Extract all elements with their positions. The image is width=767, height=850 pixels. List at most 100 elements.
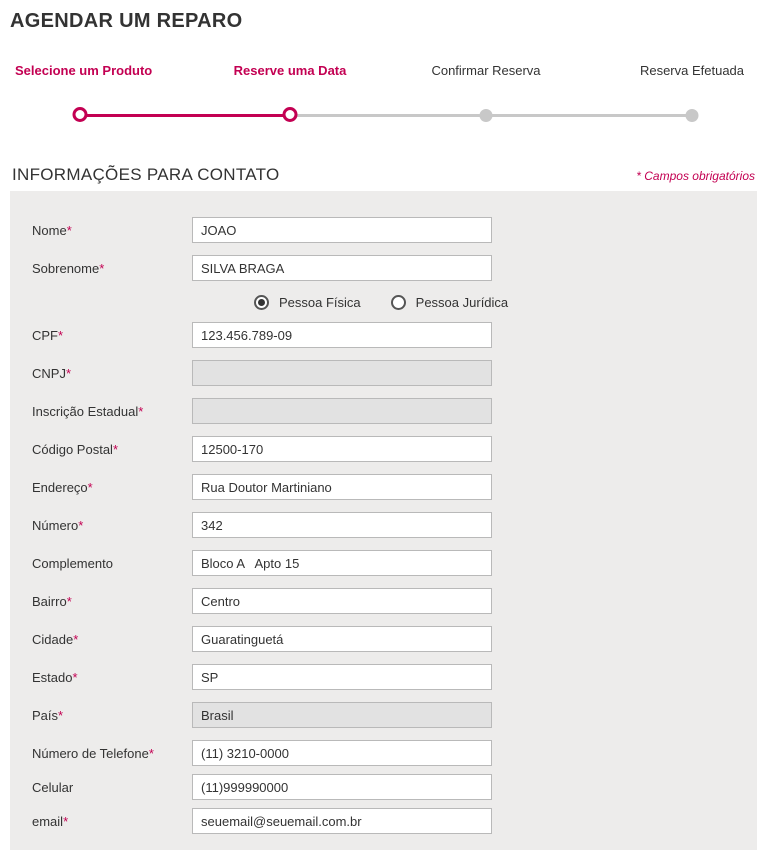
- radio-pessoa-juridica[interactable]: Pessoa Jurídica: [391, 295, 509, 310]
- row-inscricao-estadual: Inscrição Estadual*: [32, 392, 735, 430]
- label-celular: Celular: [32, 780, 192, 795]
- radio-juridica-icon: [391, 295, 406, 310]
- row-nome: Nome*: [32, 211, 735, 249]
- label-sobrenome: Sobrenome*: [32, 261, 192, 276]
- req-mark: *: [99, 261, 104, 276]
- label-inscricao-estadual: Inscrição Estadual*: [32, 404, 192, 419]
- label-inscricao-text: Inscrição Estadual: [32, 404, 138, 419]
- row-pais: País*: [32, 696, 735, 734]
- req-mark: *: [72, 670, 77, 685]
- stepper-dot-2: [283, 107, 298, 122]
- row-numero: Número*: [32, 506, 735, 544]
- input-cnpj: [192, 360, 492, 386]
- radio-pessoa-fisica[interactable]: Pessoa Física: [254, 295, 361, 310]
- row-complemento: Complemento: [32, 544, 735, 582]
- input-numero[interactable]: [192, 512, 492, 538]
- label-complemento-text: Complemento: [32, 556, 113, 571]
- label-telefone: Número de Telefone*: [32, 746, 192, 761]
- row-cpf: CPF*: [32, 316, 735, 354]
- input-endereco[interactable]: [192, 474, 492, 500]
- req-mark: *: [63, 814, 68, 829]
- input-celular[interactable]: [192, 774, 492, 800]
- req-mark: *: [73, 632, 78, 647]
- label-email: email*: [32, 814, 192, 829]
- input-sobrenome[interactable]: [192, 255, 492, 281]
- label-nome: Nome*: [32, 223, 192, 238]
- input-nome[interactable]: [192, 217, 492, 243]
- label-codigo-postal: Código Postal*: [32, 442, 192, 457]
- label-cidade: Cidade*: [32, 632, 192, 647]
- stepper-step-2-label: Reserve uma Data: [230, 63, 350, 78]
- input-inscricao-estadual: [192, 398, 492, 424]
- stepper-line-1-2: [78, 114, 290, 117]
- label-email-text: email: [32, 814, 63, 829]
- req-mark: *: [88, 480, 93, 495]
- radio-fisica-label: Pessoa Física: [279, 295, 361, 310]
- stepper-dot-3: [480, 109, 493, 122]
- req-mark: *: [67, 594, 72, 609]
- label-numero: Número*: [32, 518, 192, 533]
- stepper-line-3-4: [486, 114, 690, 117]
- label-numero-text: Número: [32, 518, 78, 533]
- page-title: AGENDAR UM REPARO: [10, 10, 757, 33]
- radio-fisica-icon: [254, 295, 269, 310]
- input-bairro[interactable]: [192, 588, 492, 614]
- stepper-dot-4: [686, 109, 699, 122]
- radio-juridica-label: Pessoa Jurídica: [416, 295, 509, 310]
- label-pais-text: País: [32, 708, 58, 723]
- input-cidade[interactable]: [192, 626, 492, 652]
- input-complemento[interactable]: [192, 550, 492, 576]
- row-cnpj: CNPJ*: [32, 354, 735, 392]
- label-cidade-text: Cidade: [32, 632, 73, 647]
- req-mark: *: [78, 518, 83, 533]
- req-mark: *: [58, 708, 63, 723]
- label-nome-text: Nome: [32, 223, 67, 238]
- label-bairro-text: Bairro: [32, 594, 67, 609]
- stepper-step-3-label: Confirmar Reserva: [426, 63, 546, 78]
- row-celular: Celular: [32, 772, 735, 802]
- label-cpf: CPF*: [32, 328, 192, 343]
- stepper-dot-1: [73, 107, 88, 122]
- label-cnpj-text: CNPJ: [32, 366, 66, 381]
- stepper-step-1-label: Selecione um Produto: [15, 63, 145, 78]
- contact-form: Nome* Sobrenome* Pessoa Física Pessoa Ju…: [10, 191, 757, 850]
- stepper-step-4-label: Reserva Efetuada: [632, 63, 752, 78]
- label-endereco-text: Endereço: [32, 480, 88, 495]
- input-estado[interactable]: [192, 664, 492, 690]
- row-sobrenome: Sobrenome*: [32, 249, 735, 287]
- section-header: INFORMAÇÕES PARA CONTATO * Campos obriga…: [10, 165, 757, 185]
- req-mark: *: [149, 746, 154, 761]
- label-bairro: Bairro*: [32, 594, 192, 609]
- stepper: Selecione um Produto Reserve uma Data Co…: [10, 63, 757, 135]
- section-title: INFORMAÇÕES PARA CONTATO: [12, 165, 280, 185]
- row-estado: Estado*: [32, 658, 735, 696]
- input-telefone[interactable]: [192, 740, 492, 766]
- input-codigo-postal[interactable]: [192, 436, 492, 462]
- req-mark: *: [113, 442, 118, 457]
- label-sobrenome-text: Sobrenome: [32, 261, 99, 276]
- label-cpf-text: CPF: [32, 328, 58, 343]
- row-telefone: Número de Telefone*: [32, 734, 735, 772]
- required-note: * Campos obrigatórios: [636, 169, 755, 183]
- input-cpf[interactable]: [192, 322, 492, 348]
- req-mark: *: [138, 404, 143, 419]
- stepper-step-4[interactable]: Reserva Efetuada: [632, 63, 752, 96]
- req-mark: *: [67, 223, 72, 238]
- label-estado-text: Estado: [32, 670, 72, 685]
- stepper-step-2[interactable]: Reserve uma Data: [230, 63, 350, 96]
- input-email[interactable]: [192, 808, 492, 834]
- label-telefone-text: Número de Telefone: [32, 746, 149, 761]
- label-celular-text: Celular: [32, 780, 73, 795]
- label-complemento: Complemento: [32, 556, 192, 571]
- row-endereco: Endereço*: [32, 468, 735, 506]
- stepper-step-3[interactable]: Confirmar Reserva: [426, 63, 546, 96]
- label-cnpj: CNPJ*: [32, 366, 192, 381]
- stepper-step-1[interactable]: Selecione um Produto: [15, 63, 145, 96]
- label-endereco: Endereço*: [32, 480, 192, 495]
- input-pais: [192, 702, 492, 728]
- row-codigo-postal: Código Postal*: [32, 430, 735, 468]
- label-codigo-text: Código Postal: [32, 442, 113, 457]
- label-estado: Estado*: [32, 670, 192, 685]
- stepper-line-2-3: [290, 114, 486, 117]
- req-mark: *: [58, 328, 63, 343]
